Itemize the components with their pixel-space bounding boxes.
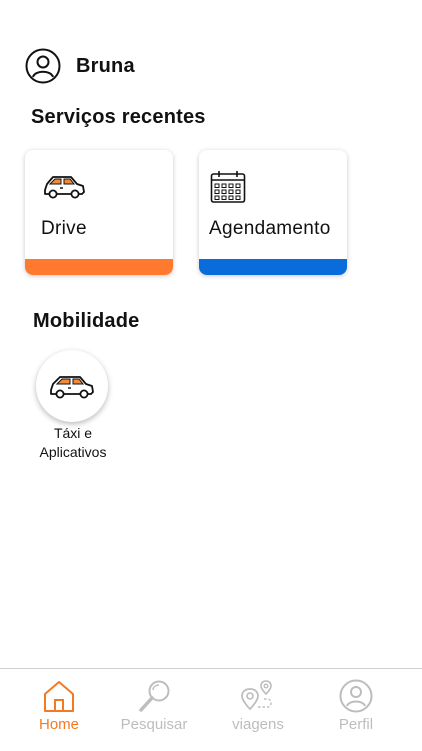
user-name: Bruna bbox=[76, 54, 135, 77]
user-circle-icon bbox=[339, 679, 373, 713]
calendar-icon bbox=[210, 171, 246, 203]
nav-label-search: Pesquisar bbox=[120, 716, 188, 733]
mobility-label-line2: Aplicativos bbox=[39, 444, 107, 460]
search-icon bbox=[139, 680, 170, 712]
service-card-drive[interactable]: Drive bbox=[25, 150, 173, 275]
home-icon bbox=[44, 681, 74, 712]
mobility-taxi-button[interactable] bbox=[36, 350, 108, 422]
car-icon bbox=[44, 176, 85, 199]
nav-home[interactable]: Home bbox=[9, 679, 109, 733]
user-header: Bruna bbox=[25, 48, 135, 84]
nav-label-profile: Perfil bbox=[338, 716, 374, 733]
service-card-label: Drive bbox=[41, 218, 87, 239]
user-circle-icon[interactable] bbox=[25, 48, 61, 84]
mobility-taxi-label: Táxi e Aplicativos bbox=[24, 424, 122, 462]
bottom-navigation: Home Pesquisar viagens Perfil bbox=[0, 668, 422, 751]
route-pin-icon bbox=[241, 680, 272, 711]
service-color-bar bbox=[25, 259, 173, 275]
mobility-title: Mobilidade bbox=[33, 310, 140, 332]
car-icon bbox=[50, 376, 94, 399]
nav-trips[interactable]: viagens bbox=[208, 679, 308, 733]
service-color-bar bbox=[199, 259, 347, 275]
nav-search[interactable]: Pesquisar bbox=[104, 679, 204, 733]
recent-services-title: Serviços recentes bbox=[31, 106, 206, 128]
mobility-label-line1: Táxi e bbox=[53, 425, 93, 441]
service-card-label: Agendamento bbox=[209, 218, 331, 239]
nav-label-trips: viagens bbox=[232, 716, 284, 733]
service-card-agendamento[interactable]: Agendamento bbox=[199, 150, 347, 275]
nav-profile[interactable]: Perfil bbox=[306, 679, 406, 733]
nav-label-home: Home bbox=[38, 716, 79, 733]
